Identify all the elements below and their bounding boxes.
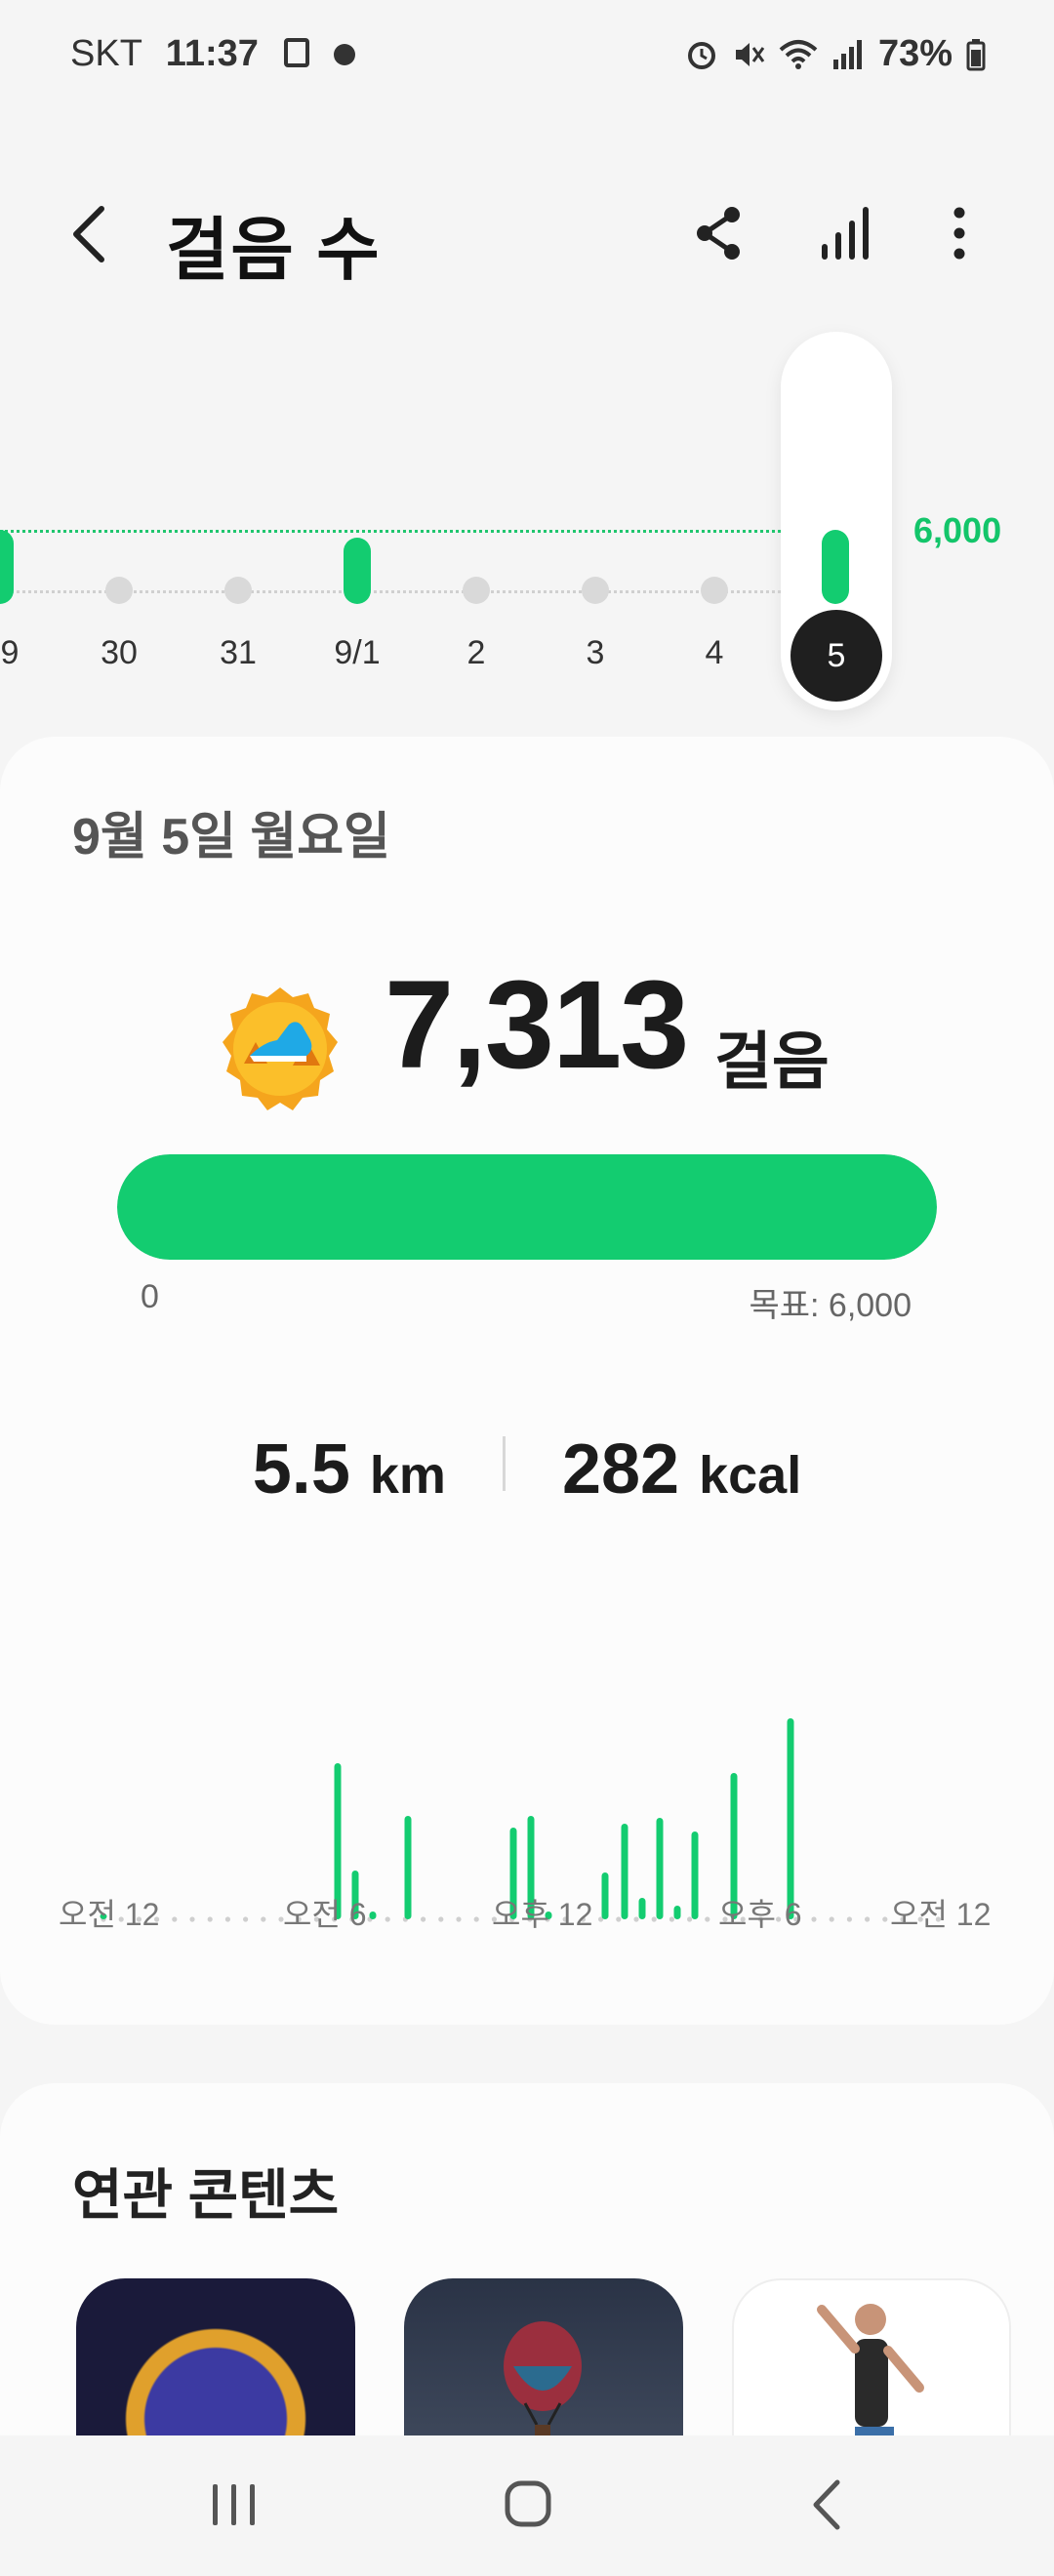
recent-apps-icon[interactable] xyxy=(195,2471,273,2539)
week-bar-0[interactable] xyxy=(0,530,14,604)
hourly-bar-10 xyxy=(638,1898,646,1919)
timeline-dot xyxy=(687,1916,693,1922)
week-day-label-6[interactable]: 4 xyxy=(675,634,753,672)
timeline-dot xyxy=(456,1916,462,1922)
status-bar: SKT 11:37 73% xyxy=(0,0,1054,112)
status-left: SKT 11:37 xyxy=(70,33,355,75)
week-day-label-1[interactable]: 30 xyxy=(80,634,158,672)
timeline-dot xyxy=(473,1916,479,1922)
step-unit: 걸음 xyxy=(714,1026,830,1097)
notification-icon xyxy=(334,44,355,65)
back-nav-icon[interactable] xyxy=(789,2471,867,2539)
timeline-dot xyxy=(651,1916,657,1922)
timeline-dot xyxy=(261,1916,266,1922)
page-title: 걸음 수 xyxy=(166,212,382,288)
goal-medal-icon xyxy=(223,987,338,1110)
calories-unit: kcal xyxy=(699,1446,802,1505)
wifi-icon xyxy=(779,39,818,69)
distance-unit: km xyxy=(369,1446,446,1505)
week-bar-1[interactable] xyxy=(105,577,133,604)
nfc-icon xyxy=(284,38,310,67)
hourly-bar-12 xyxy=(673,1906,681,1919)
time-label-0: 오전 12 xyxy=(59,1897,160,1932)
battery-icon xyxy=(966,38,986,70)
timeline-dot xyxy=(669,1916,675,1922)
more-vertical-icon[interactable] xyxy=(927,199,995,267)
week-bar-5[interactable] xyxy=(582,577,609,604)
bar-chart-icon[interactable] xyxy=(812,199,880,267)
time-label-4: 오전 12 xyxy=(890,1897,992,1932)
battery-percent: 73% xyxy=(877,33,953,74)
week-bar-2[interactable] xyxy=(224,577,252,604)
timeline-dot xyxy=(243,1916,249,1922)
week-day-label-2[interactable]: 31 xyxy=(199,634,277,672)
system-navigation-bar xyxy=(0,2435,1054,2576)
goal-line xyxy=(0,530,781,533)
timeline-dot xyxy=(207,1916,213,1922)
progress-min-label: 0 xyxy=(141,1278,159,1315)
app-header: 걸음 수 xyxy=(0,176,1054,293)
time-label-3: 오후 6 xyxy=(718,1897,802,1932)
timeline-dot xyxy=(189,1916,195,1922)
hourly-bar-9 xyxy=(621,1824,628,1919)
week-day-label-3[interactable]: 9/1 xyxy=(318,634,396,672)
signal-icon xyxy=(832,39,862,69)
carrier-label: SKT xyxy=(70,33,142,74)
timeline-dot xyxy=(811,1916,817,1922)
hourly-bar-13 xyxy=(691,1831,699,1919)
timeline-dot xyxy=(846,1916,853,1922)
selected-day-label[interactable]: 5 xyxy=(790,610,882,702)
timeline-dot xyxy=(385,1916,390,1922)
distance-value: 5.5 xyxy=(252,1430,350,1509)
timeline-dot xyxy=(224,1916,230,1922)
related-content-title: 연관 콘텐츠 xyxy=(72,2164,340,2226)
metrics-divider xyxy=(502,1436,506,1491)
week-selector[interactable]: 6,000 9 30 31 9/1 2 3 4 5 xyxy=(0,332,1054,722)
summary-card: 9월 5일 월요일 7,313 걸음 0 목표: 6,000 5.5 km 28… xyxy=(0,737,1054,2025)
step-count: 7,313 xyxy=(385,955,689,1095)
clock: 11:37 xyxy=(165,33,259,74)
week-day-label-0[interactable]: 9 xyxy=(0,634,49,672)
selected-date: 9월 5일 월요일 xyxy=(72,809,390,865)
calories-value: 282 xyxy=(561,1430,680,1509)
hourly-bar-4 xyxy=(404,1816,412,1919)
hourly-bar-11 xyxy=(656,1818,664,1919)
timeline-dot xyxy=(616,1916,622,1922)
goal-progress-fill xyxy=(117,1154,937,1260)
share-icon[interactable] xyxy=(685,199,753,267)
timeline-dot xyxy=(829,1916,834,1922)
week-day-label-5[interactable]: 3 xyxy=(556,634,634,672)
chevron-left-icon[interactable] xyxy=(61,197,119,271)
home-icon[interactable] xyxy=(488,2471,566,2539)
week-bar-7[interactable] xyxy=(822,530,849,604)
hourly-bar-3 xyxy=(369,1912,377,1919)
time-label-1: 오전 6 xyxy=(283,1897,367,1932)
progress-goal-label: 목표: 6,000 xyxy=(749,1287,912,1324)
timeline-dot xyxy=(172,1916,178,1922)
timeline-dot xyxy=(633,1916,639,1922)
week-bar-4[interactable] xyxy=(463,577,490,604)
goal-progress-bar xyxy=(117,1154,937,1260)
week-bar-6[interactable] xyxy=(701,577,728,604)
timeline-dot xyxy=(865,1916,871,1922)
week-bar-3[interactable] xyxy=(344,537,371,604)
alarm-icon xyxy=(687,41,715,69)
distance-calories-row: 5.5 km 282 kcal xyxy=(0,1429,1054,1509)
status-right: 73% xyxy=(685,33,986,75)
timeline-dot xyxy=(882,1916,888,1922)
timeline-dot xyxy=(705,1916,710,1922)
time-label-2: 오후 12 xyxy=(492,1897,593,1932)
week-day-label-4[interactable]: 2 xyxy=(437,634,515,672)
timeline-dot xyxy=(438,1916,444,1922)
timeline-dot xyxy=(421,1916,426,1922)
hourly-bar-8 xyxy=(601,1872,609,1919)
mute-icon xyxy=(735,42,765,66)
goal-line-label: 6,000 xyxy=(913,510,1002,550)
